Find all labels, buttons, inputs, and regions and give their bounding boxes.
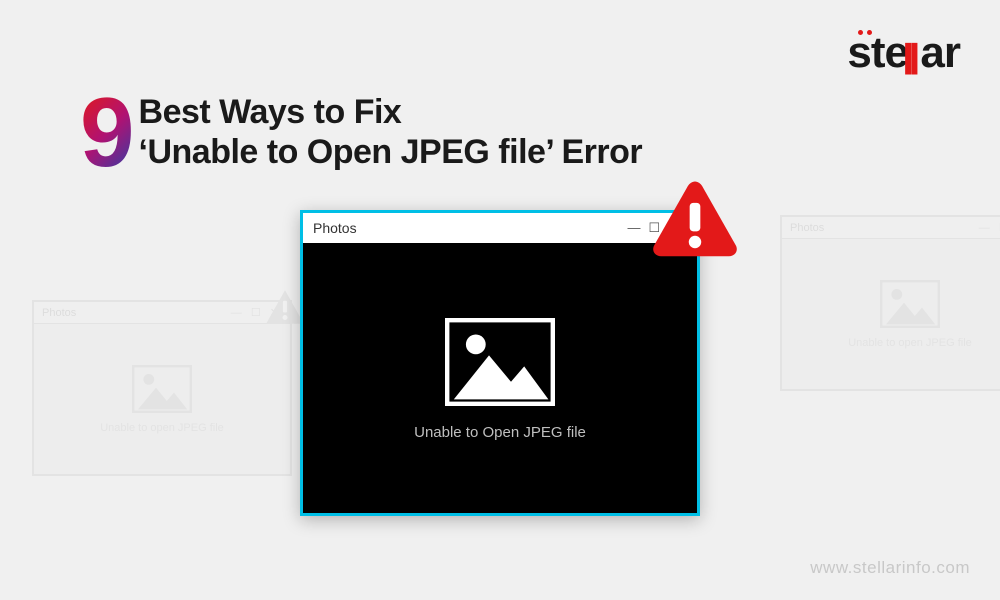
faded-window-frame: Photos — ☐ ✕ Unable to open JPEG file bbox=[32, 300, 292, 476]
faded-window-titlebar: Photos — ☐ ✕ bbox=[782, 217, 1000, 239]
main-window-titlebar: Photos —☐✕ bbox=[303, 213, 697, 243]
headline-number: 9 bbox=[80, 92, 135, 172]
image-mountain-icon bbox=[132, 364, 192, 414]
logo-part-2: ar bbox=[920, 28, 960, 77]
main-window-body: Unable to Open JPEG file bbox=[303, 243, 697, 513]
faded-window-controls: — ☐ ✕ bbox=[979, 221, 1000, 234]
faded-window-right: Photos — ☐ ✕ Unable to open JPEG file bbox=[780, 215, 1000, 391]
faded-window-body: Unable to open JPEG file bbox=[782, 239, 1000, 389]
watermark-url: www.stellarinfo.com bbox=[810, 558, 970, 578]
image-mountain-icon bbox=[880, 279, 940, 329]
headline-line-2: ‘Unable to Open JPEG file’ Error bbox=[139, 132, 643, 172]
headline: 9 Best Ways to Fix ‘Unable to Open JPEG … bbox=[80, 92, 642, 172]
logo-part-mid: ll bbox=[908, 32, 920, 82]
faded-error-text: Unable to open JPEG file bbox=[848, 337, 972, 349]
main-error-text: Unable to Open JPEG file bbox=[414, 424, 586, 441]
faded-window-titlebar: Photos — ☐ ✕ bbox=[34, 302, 290, 324]
brand-logo: stellar bbox=[847, 28, 960, 78]
faded-window-body: Unable to open JPEG file bbox=[34, 324, 290, 474]
headline-line-1: Best Ways to Fix bbox=[139, 92, 643, 132]
alert-triangle-icon bbox=[650, 178, 740, 258]
main-window-title: Photos bbox=[313, 220, 357, 236]
logo-part-1: ste bbox=[847, 28, 908, 77]
faded-window-title: Photos bbox=[42, 307, 76, 319]
main-error-window: Photos —☐✕ Unable to Open JPEG file bbox=[300, 210, 700, 516]
faded-window-title: Photos bbox=[790, 222, 824, 234]
faded-window-frame: Photos — ☐ ✕ Unable to open JPEG file bbox=[780, 215, 1000, 391]
headline-text: Best Ways to Fix ‘Unable to Open JPEG fi… bbox=[139, 92, 643, 172]
image-mountain-icon bbox=[445, 316, 555, 408]
faded-error-text: Unable to open JPEG file bbox=[100, 422, 224, 434]
faded-window-left: Photos — ☐ ✕ Unable to open JPEG file bbox=[32, 300, 292, 476]
